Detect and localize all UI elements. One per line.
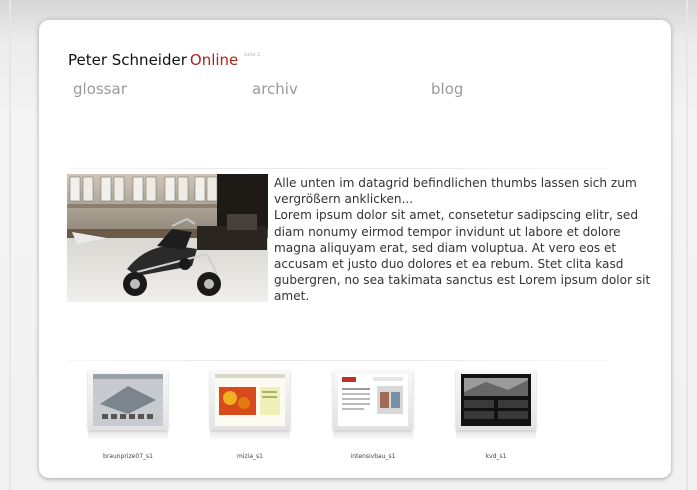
thumb-reflection bbox=[333, 431, 413, 441]
content-card: Peter Schneider Online beta 2 glossar arch… bbox=[39, 20, 671, 478]
beta-badge: beta 2 bbox=[244, 52, 261, 58]
thumb-label-mizia[interactable]: mizia_s1 bbox=[195, 453, 305, 460]
divider-bottom bbox=[67, 360, 609, 361]
thumb-label-kvd[interactable]: kvd_s1 bbox=[441, 453, 551, 460]
thumb-label-braunprize07[interactable]: braunprize07_s1 bbox=[73, 453, 183, 460]
nav-item-archiv[interactable]: archiv bbox=[252, 80, 298, 98]
intro-hint: Alle unten im datagrid befindlichen thum… bbox=[274, 176, 637, 207]
thumb-image bbox=[456, 370, 536, 430]
thumb-kvd[interactable] bbox=[456, 370, 536, 442]
site-title-name: Peter Schneider bbox=[68, 51, 187, 69]
nav-item-glossar[interactable]: glossar bbox=[73, 80, 127, 98]
intro-body: Lorem ipsum dolor sit amet, consetetur s… bbox=[274, 208, 651, 304]
thumb-image bbox=[210, 370, 290, 430]
thumb-image bbox=[88, 370, 168, 430]
page-edge-right bbox=[686, 0, 688, 490]
thumb-label-intensivbau[interactable]: intensivbau_s1 bbox=[318, 453, 428, 460]
divider-top bbox=[67, 168, 609, 169]
hero-image-stroller bbox=[67, 174, 268, 302]
thumb-reflection bbox=[210, 431, 290, 441]
site-title[interactable]: Peter Schneider Online beta 2 bbox=[68, 51, 260, 69]
thumb-reflection bbox=[456, 431, 536, 441]
nav-item-blog[interactable]: blog bbox=[431, 80, 463, 98]
intro-text: Alle unten im datagrid befindlichen thum… bbox=[274, 175, 659, 305]
page-edge-left bbox=[9, 0, 11, 490]
thumb-reflection bbox=[88, 431, 168, 441]
thumb-mizia[interactable] bbox=[210, 370, 290, 442]
thumb-braunprize07[interactable] bbox=[88, 370, 168, 442]
thumb-image bbox=[333, 370, 413, 430]
site-title-online: Online bbox=[189, 51, 239, 69]
thumb-intensivbau[interactable] bbox=[333, 370, 413, 442]
